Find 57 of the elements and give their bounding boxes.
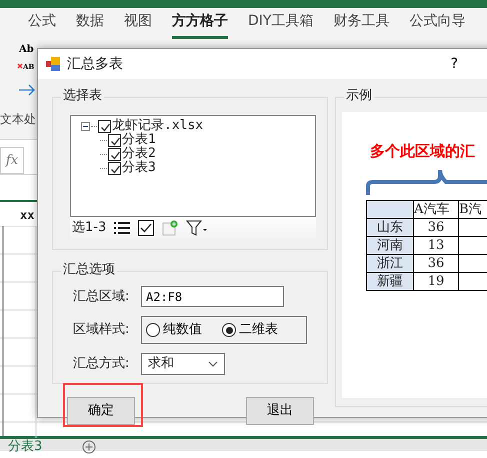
caret-icon[interactable] [208,361,218,367]
table-cell: 13 [414,236,458,254]
row-header: 山东 [366,218,414,236]
radio-option[interactable]: 二维表 [222,320,278,340]
app-icon [46,57,60,71]
ribbon-tab[interactable]: 数据 [76,9,104,39]
tree-item-label[interactable]: 龙虾记录.xlsx [112,119,204,133]
checkbox[interactable] [108,162,121,174]
add-sheet-icon[interactable] [162,220,178,236]
tree-view[interactable]: 龙虾记录.xlsx 分表1 分表2 分表3 [70,115,316,217]
help-button[interactable]: ? [450,54,458,74]
checkbox[interactable] [108,134,121,146]
table-cell: 19 [414,272,458,290]
table-cell: 36 [414,254,458,272]
ribbon-tab[interactable]: 公式向导 [409,9,466,39]
group-title: 示例 [344,88,374,104]
field-label: 汇总方式: [72,355,130,374]
list-icon[interactable] [114,221,130,235]
row-header: 河南 [366,236,414,254]
collapse-icon[interactable] [81,122,90,130]
example-caption: 多个此区域的汇 [369,141,476,162]
ribbon-tab[interactable]: 公式 [28,9,56,39]
dialog-title: 汇总多表 [67,54,123,74]
radio-option[interactable]: 纯数值 [146,320,202,340]
method-dropdown[interactable]: 求和 [141,353,225,375]
ribbon-tab[interactable]: 视图 [124,9,152,39]
tree-item-label[interactable]: 分表1 [122,133,156,147]
column-header: B汽 [458,200,487,218]
add-sheet-icon[interactable] [82,440,96,454]
checkbox[interactable] [98,120,111,132]
tree-item-label[interactable]: 分表3 [122,161,156,175]
range-input[interactable]: A2:F8 [141,286,284,307]
table-cell: 36 [414,218,458,236]
sheet-tab[interactable]: 分表3 [8,439,42,454]
column-header: xx [20,207,34,224]
group-title: 选择表 [61,88,104,104]
row-header: 浙江 [366,254,414,272]
close-icon [17,63,23,69]
group-title: 汇总选项 [61,262,117,278]
ribbon-tab[interactable]: 财务工具 [333,9,390,39]
dialog-button[interactable]: 退出 [246,397,314,425]
function-button[interactable]: fx [0,147,24,174]
ribbon-tool-button[interactable]: Ab [19,44,34,55]
field-label: 区域样式: [72,321,130,340]
dialog-button[interactable]: 确定 [67,397,135,425]
tree-item-label[interactable]: 分表2 [122,147,156,161]
arrow-icon[interactable] [18,84,36,96]
ribbon-tab[interactable]: DIY工具箱 [248,9,314,39]
column-header: A汽车 [414,200,458,218]
row-header: 新疆 [366,272,414,290]
table-cell [366,200,414,218]
ribbon-group-label: 文本处 [0,111,36,128]
checkbox[interactable] [108,148,121,160]
filter-icon[interactable] [186,220,208,236]
field-label: 汇总区域: [72,288,130,306]
check-all-icon[interactable] [138,220,154,236]
selection-range-label: 选1-3 [72,219,106,238]
